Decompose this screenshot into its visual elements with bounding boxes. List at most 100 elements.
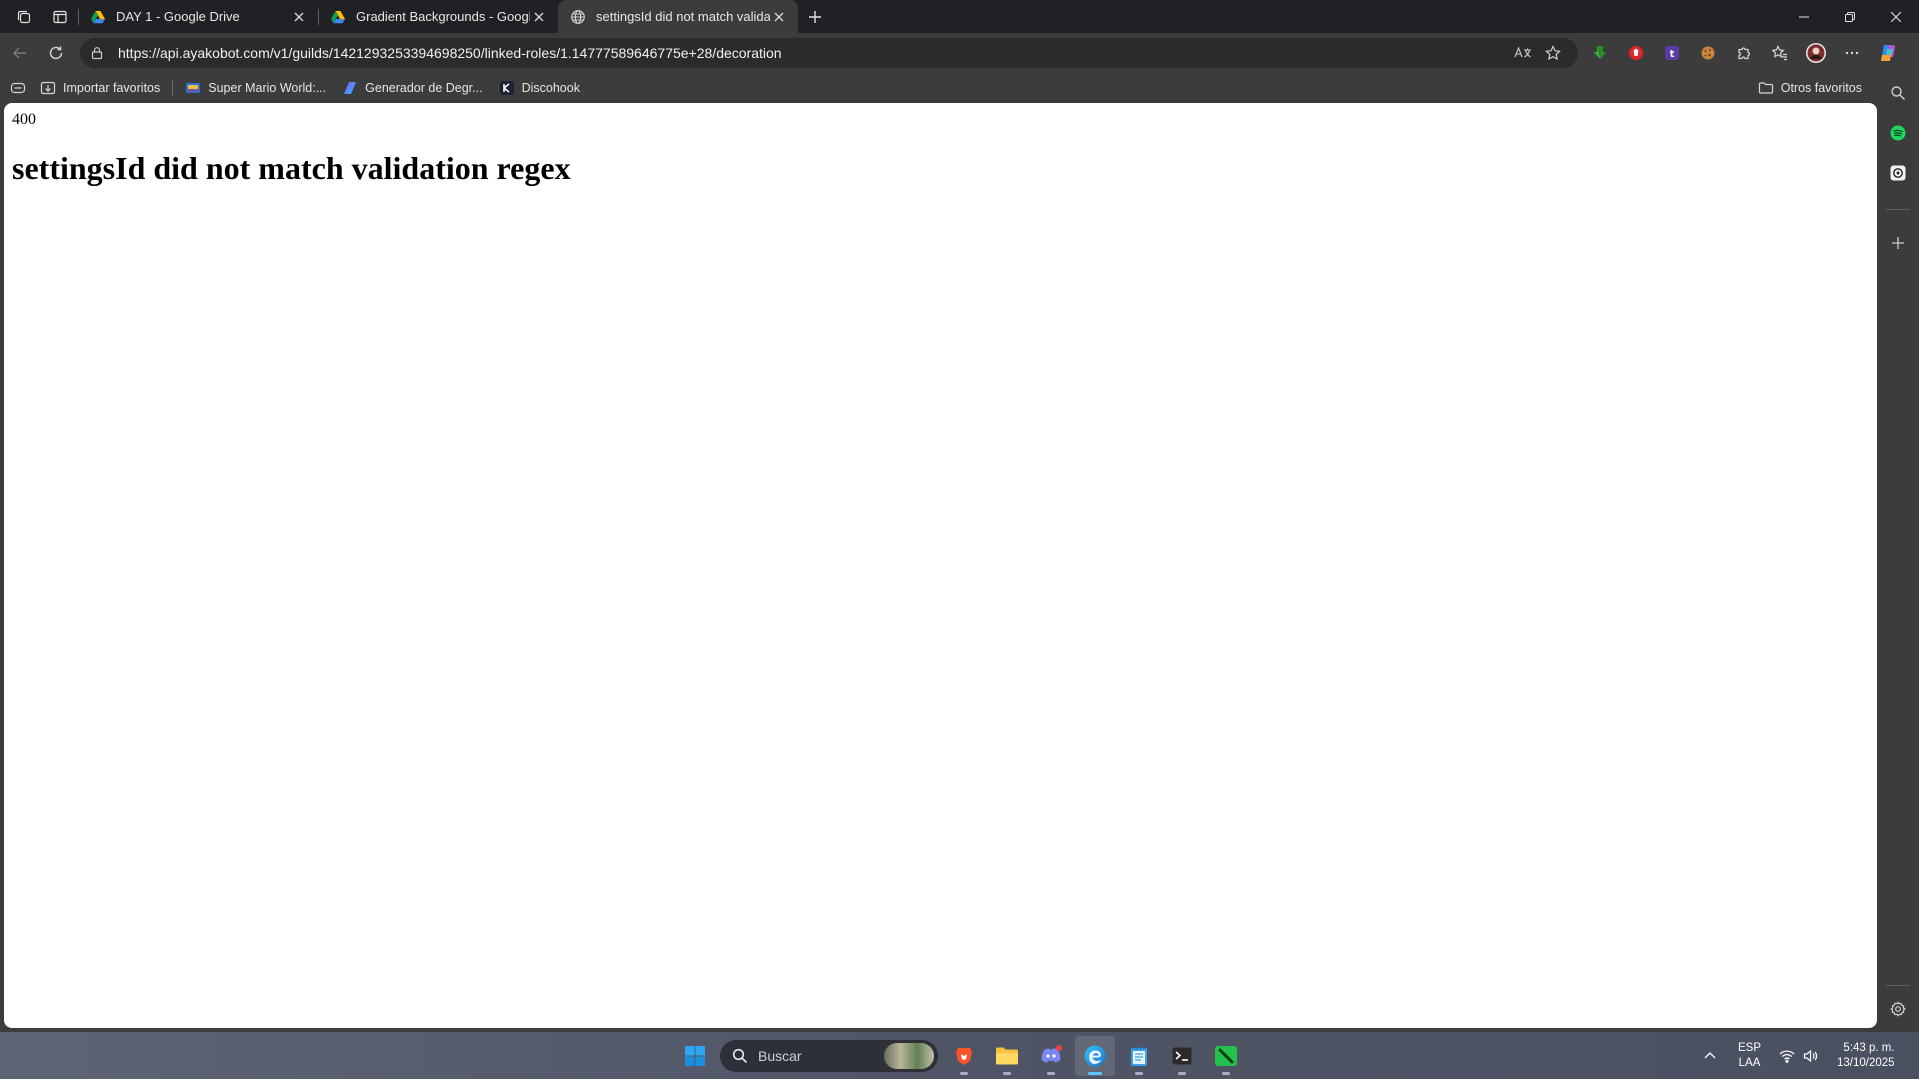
google-drive-icon	[330, 9, 346, 25]
openai-icon	[1890, 165, 1906, 181]
running-indicator	[1003, 1072, 1011, 1075]
tab-settingsid-error[interactable]: settingsId did not match validatio	[558, 0, 798, 33]
bookmark-label: Discohook	[521, 81, 580, 95]
discohook-icon	[499, 80, 515, 96]
bookmark-discohook[interactable]: Discohook	[491, 75, 588, 101]
minimize-icon	[1799, 12, 1809, 22]
gradient-generator-icon	[342, 80, 358, 96]
chevron-up-icon	[1703, 1049, 1717, 1063]
taskbar-edge[interactable]	[1075, 1036, 1115, 1076]
tab-actions-button[interactable]	[42, 0, 78, 33]
bookmark-import-favorites[interactable]: Importar favoritos	[32, 75, 168, 101]
bookmark-generador-degradados[interactable]: Generador de Degr...	[334, 75, 490, 101]
input-language-indicator[interactable]: ESP LAA	[1738, 1032, 1761, 1079]
taskbar-green-app[interactable]	[1206, 1036, 1246, 1076]
copilot-button[interactable]	[1870, 35, 1906, 71]
running-indicator	[1135, 1072, 1143, 1075]
read-aloud-translate-button[interactable]	[1508, 41, 1538, 65]
extension-red[interactable]	[1618, 35, 1654, 71]
folder-icon	[1758, 80, 1774, 96]
tab-day1-drive[interactable]: DAY 1 - Google Drive	[78, 0, 318, 33]
globe-icon	[570, 9, 586, 25]
clock-time: 5:43 p. m.	[1843, 1041, 1895, 1054]
workspaces-button[interactable]	[6, 0, 42, 33]
sidebar-add-button[interactable]	[1877, 225, 1919, 261]
taskbar-notepad[interactable]	[1119, 1036, 1159, 1076]
avatar	[1805, 42, 1827, 64]
close-icon	[1891, 11, 1901, 22]
language-code: ESP	[1738, 1041, 1762, 1054]
translate-icon	[1514, 46, 1532, 60]
running-indicator	[1088, 1072, 1102, 1075]
tab-center-icon	[10, 80, 26, 96]
close-tab-button[interactable]	[290, 8, 308, 26]
search-placeholder: Buscar	[758, 1048, 802, 1064]
bookmark-super-mario-world[interactable]: Super Mario World:...	[177, 75, 334, 101]
bookmarks-divider	[172, 80, 174, 96]
running-indicator	[1178, 1072, 1186, 1075]
restore-button[interactable]	[1827, 0, 1873, 33]
tab-title: DAY 1 - Google Drive	[116, 9, 240, 24]
volume-icon	[1803, 1049, 1819, 1063]
google-drive-icon	[90, 9, 106, 25]
bookmark-label: Importar favoritos	[63, 81, 161, 95]
taskbar-brave[interactable]	[944, 1036, 984, 1076]
green-pen-icon	[1214, 1045, 1238, 1067]
other-favorites-folder[interactable]: Otros favoritos	[1750, 75, 1870, 101]
tray-overflow-button[interactable]	[1703, 1032, 1717, 1079]
url-text[interactable]: https://api.ayakobot.com/v1/guilds/14212…	[118, 45, 1508, 61]
reload-icon	[48, 45, 64, 61]
sidebar-separator	[1886, 209, 1910, 210]
address-bar[interactable]: https://api.ayakobot.com/v1/guilds/14212…	[80, 38, 1578, 68]
status-code: 400	[12, 111, 36, 128]
extension-downloader[interactable]	[1582, 35, 1618, 71]
reload-button[interactable]	[38, 35, 74, 71]
page-content: 400 settingsId did not match validation …	[4, 103, 1877, 1028]
extension-cookie[interactable]	[1690, 35, 1726, 71]
start-button[interactable]	[675, 1036, 715, 1076]
taskbar-discord[interactable]	[1031, 1036, 1071, 1076]
bookmarks-bar: Importar favoritos Super Mario World:...…	[0, 73, 1880, 103]
bookmark-label: Otros favoritos	[1780, 81, 1862, 95]
network-volume-button[interactable]	[1779, 1032, 1819, 1079]
sidebar-spotify-button[interactable]	[1877, 115, 1919, 151]
terminal-icon	[1171, 1046, 1193, 1066]
taskbar-terminal[interactable]	[1162, 1036, 1202, 1076]
search-highlight-image	[884, 1043, 934, 1069]
window-controls	[1781, 0, 1919, 33]
settings-and-more-button[interactable]	[1834, 35, 1870, 71]
taskbar-search[interactable]: Buscar	[720, 1040, 938, 1072]
add-favorite-button[interactable]	[1538, 41, 1568, 65]
tab-gradient-backgrounds[interactable]: Gradient Backgrounds - Google D	[318, 0, 558, 33]
close-tab-button[interactable]	[770, 8, 788, 26]
import-favorites-icon	[40, 80, 56, 96]
sidebar-search-button[interactable]	[1877, 75, 1919, 111]
minimize-button[interactable]	[1781, 0, 1827, 33]
workspaces-icon	[16, 9, 32, 25]
extension-tampermonkey[interactable]: t	[1654, 35, 1690, 71]
more-dots-icon	[1844, 45, 1860, 61]
running-indicator	[960, 1072, 968, 1075]
close-tab-button[interactable]	[530, 8, 548, 26]
profile-button[interactable]	[1798, 35, 1834, 71]
tab-strip: DAY 1 - Google Drive Gradient Background…	[0, 0, 1919, 33]
close-window-button[interactable]	[1873, 0, 1919, 33]
sidebar-separator	[1886, 985, 1910, 986]
favorites-button[interactable]	[1762, 35, 1798, 71]
edge-sidebar	[1877, 73, 1919, 1032]
clock[interactable]: 5:43 p. m. 13/10/2025	[1837, 1032, 1895, 1079]
taskbar-file-explorer[interactable]	[987, 1036, 1027, 1076]
bookmark-label: Generador de Degr...	[365, 81, 483, 95]
back-button[interactable]	[2, 35, 38, 71]
site-info-icon[interactable]	[90, 44, 108, 62]
windows-taskbar: Buscar ESP LAA 5:43 p. m. 13/10/2025	[0, 1032, 1919, 1079]
svg-text:t: t	[1670, 49, 1675, 60]
sidebar-settings-button[interactable]	[1877, 991, 1919, 1027]
new-tab-button[interactable]	[798, 0, 832, 33]
extensions-button[interactable]	[1726, 35, 1762, 71]
discord-icon	[1039, 1045, 1063, 1067]
red-shield-icon	[1628, 45, 1644, 61]
tab-center-button[interactable]	[0, 75, 32, 101]
sidebar-chatgpt-button[interactable]	[1877, 155, 1919, 191]
clock-date: 13/10/2025	[1837, 1056, 1895, 1069]
